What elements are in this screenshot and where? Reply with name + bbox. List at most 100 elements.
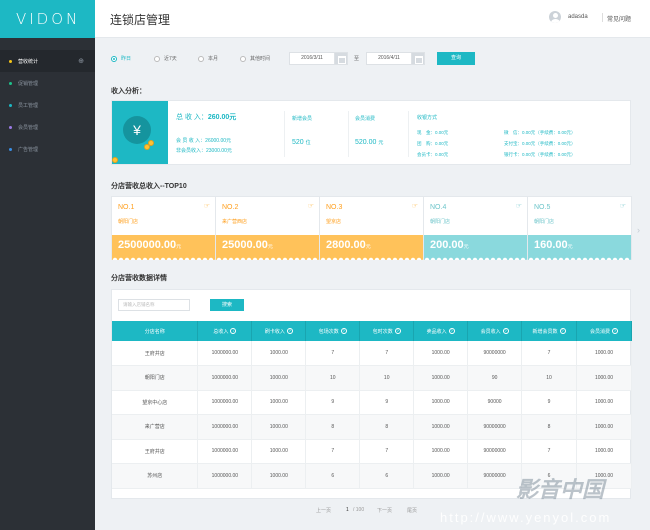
table-cell: 1000.00 xyxy=(413,390,469,415)
radio-label: 昨日 xyxy=(121,56,132,62)
column-header[interactable]: 会员收入? xyxy=(467,321,523,341)
help-icon[interactable]: ↓ xyxy=(230,328,237,335)
table-header-row: 分店名称 总收入 ↓ 刷卡收入? 包场次数? 包时次数? 卖品收入? 会员收入? … xyxy=(112,321,632,341)
column-header[interactable]: 新增会员数? xyxy=(521,321,578,341)
sidebar-item-label: 营收统计 xyxy=(18,58,39,65)
start-date-input[interactable]: 2016/3/11 xyxy=(289,52,335,65)
table-cell: 9 xyxy=(521,390,578,415)
radio-this-month[interactable]: 本月 xyxy=(198,55,218,62)
help-icon[interactable]: ? xyxy=(502,328,509,335)
divider xyxy=(348,111,349,157)
column-header[interactable]: 卖品收入? xyxy=(413,321,469,341)
table-cell: 7 xyxy=(521,341,578,366)
top10-card[interactable]: ☞ NO.5 朝阳门店 160.00元 xyxy=(527,196,632,260)
detail-heading: 分店营收数据详情 xyxy=(111,275,167,282)
column-header-label: 分店名称 xyxy=(144,328,165,335)
radio-label: 其他时间 xyxy=(250,56,271,62)
top10-cards: ☞ NO.1 朝阳门店 2500000.00元 ☞ NO.2 来广营西店 250… xyxy=(111,196,632,260)
column-header[interactable]: 会员消费? xyxy=(576,321,632,341)
avatar-icon[interactable] xyxy=(549,11,561,23)
divider xyxy=(284,111,285,157)
radio-yesterday[interactable]: 昨日 xyxy=(111,55,131,62)
member-spend-label: 会员消费 xyxy=(355,116,376,122)
table-cell: 1000.00 xyxy=(251,439,307,464)
table-cell: 1000.00 xyxy=(251,341,307,366)
table-cell: 1000.00 xyxy=(413,414,469,440)
query-button[interactable]: 查询 xyxy=(437,52,475,65)
logo: VIDON xyxy=(0,0,95,38)
card-amount-unit: 元 xyxy=(176,244,182,250)
card-rank: NO.3 xyxy=(326,204,343,211)
table-cell: 7 xyxy=(359,341,415,366)
card-rank: NO.5 xyxy=(534,204,551,211)
pager-prev[interactable]: 上一页 xyxy=(316,507,331,514)
new-members: 520 位 xyxy=(292,139,311,146)
total-income-label: 总 收 入： xyxy=(176,114,208,121)
card-amount: 200.00元 xyxy=(424,235,527,260)
help-icon[interactable]: ? xyxy=(286,328,293,335)
coin-icon xyxy=(112,157,118,163)
column-header[interactable]: 刷卡收入? xyxy=(251,321,307,341)
card-amount: 25000.00元 xyxy=(216,235,319,260)
column-header[interactable]: 包场次数? xyxy=(305,321,361,341)
table-cell: 7 xyxy=(305,341,361,366)
top10-card[interactable]: ☞ NO.2 来广营西店 25000.00元 xyxy=(215,196,320,260)
pager-current: 1 xyxy=(346,507,349,513)
sidebar-item-revenue[interactable]: 营收统计 ⊕ xyxy=(0,50,95,72)
payment-cash: 现 金：0.00元 xyxy=(417,130,449,135)
sidebar-item-ads[interactable]: 广告管理 xyxy=(0,138,95,160)
pager-last[interactable]: 尾页 xyxy=(407,507,417,514)
column-header[interactable]: 包时次数? xyxy=(359,321,415,341)
end-date-input[interactable]: 2016/4/11 xyxy=(366,52,412,65)
top10-card[interactable]: ☞ NO.3 望京店 2800.00元 xyxy=(319,196,424,260)
table-row: 来广营店 1000000.00 1000.00 8 8 1000.00 90000000 8 1… xyxy=(112,414,632,440)
table-cell: 1000000.00 xyxy=(197,463,253,489)
help-icon[interactable]: ? xyxy=(612,328,619,335)
thumb-icon: ☞ xyxy=(411,203,418,210)
sidebar-item-promotion[interactable]: 促销管理 xyxy=(0,72,95,94)
radio-last-7-days[interactable]: 近7天 xyxy=(154,55,177,62)
table-cell: 10 xyxy=(305,365,361,391)
non-member-income: 非会员收入：23000.00元 xyxy=(176,148,232,154)
new-members-label: 新增会员 xyxy=(292,116,313,122)
table-row: 王府井店 1000000.00 1000.00 7 7 1000.00 90000000 7 1… xyxy=(112,439,632,464)
store-search-input[interactable]: 请输入店铺名称 xyxy=(118,299,190,311)
column-header-label: 会员消费 xyxy=(590,328,611,335)
card-amount: 160.00元 xyxy=(528,235,631,260)
pager-next[interactable]: 下一页 xyxy=(377,507,392,514)
help-icon[interactable]: ? xyxy=(394,328,401,335)
column-header[interactable]: 分店名称 xyxy=(112,321,199,341)
sidebar-item-members[interactable]: 会员管理 xyxy=(0,116,95,138)
table-cell: 10 xyxy=(359,365,415,391)
top10-card[interactable]: ☞ NO.4 朝阳门店 200.00元 xyxy=(423,196,528,260)
table-cell: 1000.00 xyxy=(251,414,307,440)
sidebar-item-label: 员工管理 xyxy=(18,102,39,109)
sidebar-item-label: 广告管理 xyxy=(18,146,39,153)
table-cell: 90000000 xyxy=(467,414,523,440)
column-header[interactable]: 总收入 ↓ xyxy=(197,321,253,341)
chevron-right-icon[interactable]: › xyxy=(637,225,640,235)
coin-icon xyxy=(148,140,154,146)
calendar-icon[interactable] xyxy=(411,52,425,65)
expand-icon[interactable]: ⊕ xyxy=(78,57,84,65)
sidebar-item-staff[interactable]: 员工管理 xyxy=(0,94,95,116)
username[interactable]: adasda xyxy=(568,14,588,20)
radio-other-time[interactable]: 其他时间 xyxy=(240,55,270,62)
table-cell: 7 xyxy=(521,439,578,464)
help-icon[interactable]: ? xyxy=(448,328,455,335)
help-icon[interactable]: ? xyxy=(559,328,566,335)
calendar-icon[interactable] xyxy=(334,52,348,65)
payment-wechat: 微 信：0.00元（手续费：0.00元） xyxy=(504,130,576,135)
help-icon[interactable]: ? xyxy=(340,328,347,335)
table-row: 王府井店 1000000.00 1000.00 7 7 1000.00 90000000 7 1… xyxy=(112,341,632,366)
filter-bar: 昨日 近7天 本月 其他时间 2016/3/11 至 2016/4/11 查询 xyxy=(95,38,650,78)
search-button[interactable]: 搜索 xyxy=(210,299,244,311)
table-cell: 90000000 xyxy=(467,439,523,464)
payment-alipay: 支付宝：0.00元（手续费：0.00元） xyxy=(504,141,576,146)
card-rank: NO.1 xyxy=(118,204,135,211)
top10-card[interactable]: ☞ NO.1 朝阳门店 2500000.00元 xyxy=(111,196,216,260)
table-cell: 10 xyxy=(521,365,578,391)
radio-label: 本月 xyxy=(208,56,219,62)
page-title: 连锁店管理 xyxy=(110,13,171,27)
help-link[interactable]: 常见问题 xyxy=(607,14,631,23)
